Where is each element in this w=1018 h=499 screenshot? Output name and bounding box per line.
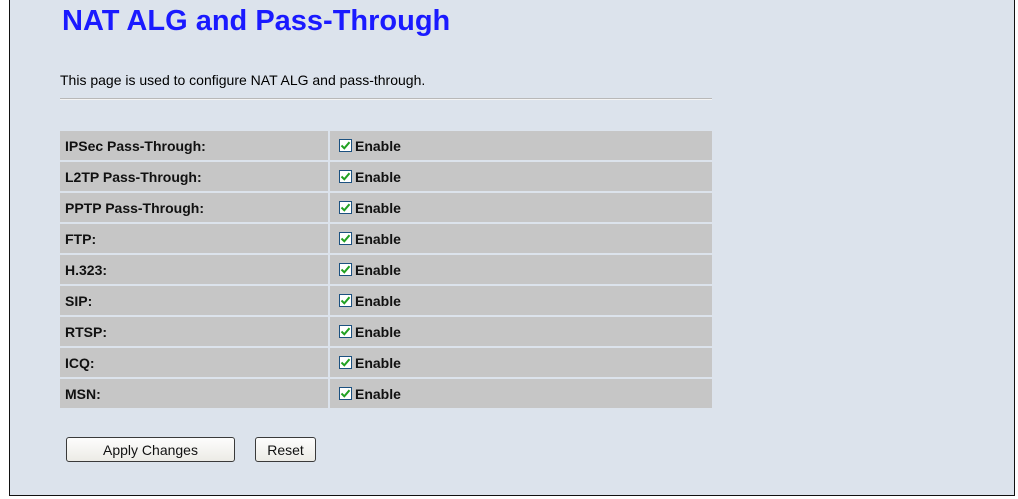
option-row-sip: SIP: Enable (60, 286, 712, 315)
option-label: IPSec Pass-Through: (60, 131, 330, 160)
option-value-cell: Enable (330, 379, 712, 408)
enable-label[interactable]: Enable (355, 169, 401, 185)
page-title: NAT ALG and Pass-Through (62, 5, 451, 37)
enable-label[interactable]: Enable (355, 355, 401, 371)
enable-checkbox[interactable] (339, 293, 352, 307)
content-frame: NAT ALG and Pass-Through This page is us… (9, 0, 1015, 496)
option-value-cell: Enable (330, 348, 712, 377)
option-row-pptp-pass-through: PPTP Pass-Through: Enable (60, 193, 712, 222)
enable-label[interactable]: Enable (355, 231, 401, 247)
enable-label[interactable]: Enable (355, 262, 401, 278)
option-label: L2TP Pass-Through: (60, 162, 330, 191)
option-row-icq: ICQ: Enable (60, 348, 712, 377)
option-label: MSN: (60, 379, 330, 408)
apply-changes-button[interactable]: Apply Changes (66, 437, 235, 462)
page-description: This page is used to configure NAT ALG a… (60, 72, 426, 88)
option-label: FTP: (60, 224, 330, 253)
option-value-cell: Enable (330, 131, 712, 160)
option-label: SIP: (60, 286, 330, 315)
options-table: IPSec Pass-Through: Enable L2TP Pass-Throu… (60, 129, 712, 410)
enable-label[interactable]: Enable (355, 324, 401, 340)
enable-checkbox[interactable] (339, 324, 352, 338)
reset-button[interactable]: Reset (255, 437, 316, 462)
enable-label[interactable]: Enable (355, 293, 401, 309)
option-label: ICQ: (60, 348, 330, 377)
enable-checkbox[interactable] (339, 262, 352, 276)
enable-checkbox[interactable] (339, 200, 352, 214)
option-value-cell: Enable (330, 193, 712, 222)
enable-checkbox[interactable] (339, 355, 352, 369)
enable-checkbox[interactable] (339, 386, 352, 400)
divider (60, 98, 712, 100)
enable-checkbox[interactable] (339, 138, 352, 152)
option-label: H.323: (60, 255, 330, 284)
option-row-ipsec-pass-through: IPSec Pass-Through: Enable (60, 131, 712, 160)
option-value-cell: Enable (330, 224, 712, 253)
option-label: RTSP: (60, 317, 330, 346)
option-label: PPTP Pass-Through: (60, 193, 330, 222)
option-value-cell: Enable (330, 286, 712, 315)
enable-label[interactable]: Enable (355, 138, 401, 154)
option-row-rtsp: RTSP: Enable (60, 317, 712, 346)
enable-checkbox[interactable] (339, 231, 352, 245)
option-row-msn: MSN: Enable (60, 379, 712, 408)
option-value-cell: Enable (330, 317, 712, 346)
option-value-cell: Enable (330, 162, 712, 191)
option-row-h-323: H.323: Enable (60, 255, 712, 284)
enable-label[interactable]: Enable (355, 200, 401, 216)
option-row-l2tp-pass-through: L2TP Pass-Through: Enable (60, 162, 712, 191)
enable-checkbox[interactable] (339, 169, 352, 183)
option-value-cell: Enable (330, 255, 712, 284)
option-row-ftp: FTP: Enable (60, 224, 712, 253)
enable-label[interactable]: Enable (355, 386, 401, 402)
